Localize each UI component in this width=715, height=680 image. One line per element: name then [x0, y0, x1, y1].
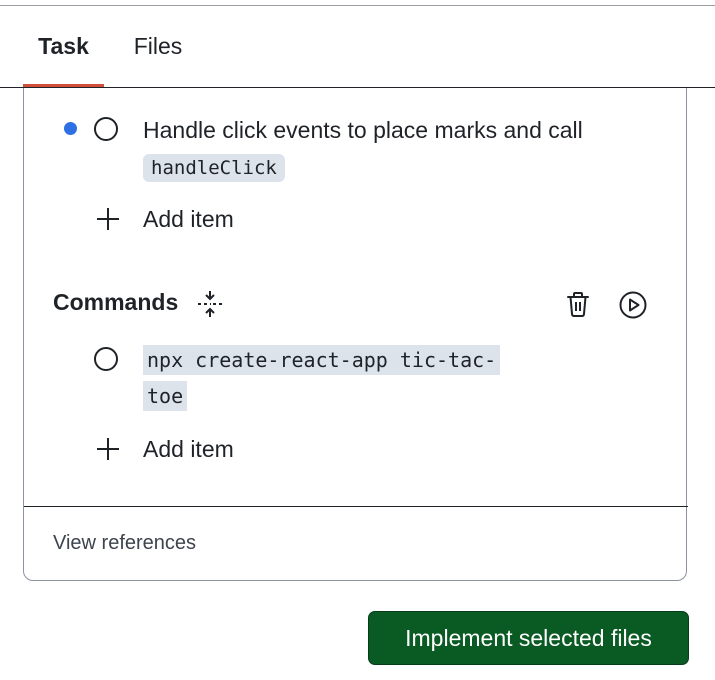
commands-heading: Commands — [53, 289, 179, 315]
task-panel-page: Task Files Handle click events to place … — [0, 0, 715, 680]
tab-task[interactable]: Task — [23, 6, 104, 87]
add-command-item-button[interactable]: Add item — [96, 434, 234, 464]
plus-icon — [96, 207, 120, 231]
collapse-vertical-icon[interactable] — [197, 290, 223, 318]
implement-selected-files-button[interactable]: Implement selected files — [368, 611, 689, 665]
command-checkbox[interactable] — [94, 347, 118, 371]
add-task-item-button[interactable]: Add item — [96, 204, 234, 234]
task-item-code: handleClick — [143, 154, 285, 182]
command-code-text: npx create-react-app tic-tac-toe — [143, 345, 501, 411]
tab-bar-divider — [0, 87, 715, 88]
add-item-label: Add item — [143, 435, 234, 462]
tab-files[interactable]: Files — [118, 6, 198, 87]
panel-footer-divider — [24, 506, 688, 507]
task-checkbox[interactable] — [94, 117, 118, 141]
command-item-code: npx create-react-app tic-tac-toe — [143, 342, 523, 414]
plus-icon — [96, 437, 120, 461]
task-item-label: Handle click events to place marks and c… — [143, 117, 583, 143]
add-item-label: Add item — [143, 205, 234, 232]
tab-bar: Task Files — [0, 6, 715, 87]
view-references-link[interactable]: View references — [53, 532, 196, 555]
task-item-text: Handle click events to place marks and c… — [143, 112, 613, 186]
unsaved-indicator-dot — [64, 122, 77, 135]
trash-icon[interactable] — [565, 290, 591, 318]
play-circle-icon[interactable] — [618, 290, 648, 320]
